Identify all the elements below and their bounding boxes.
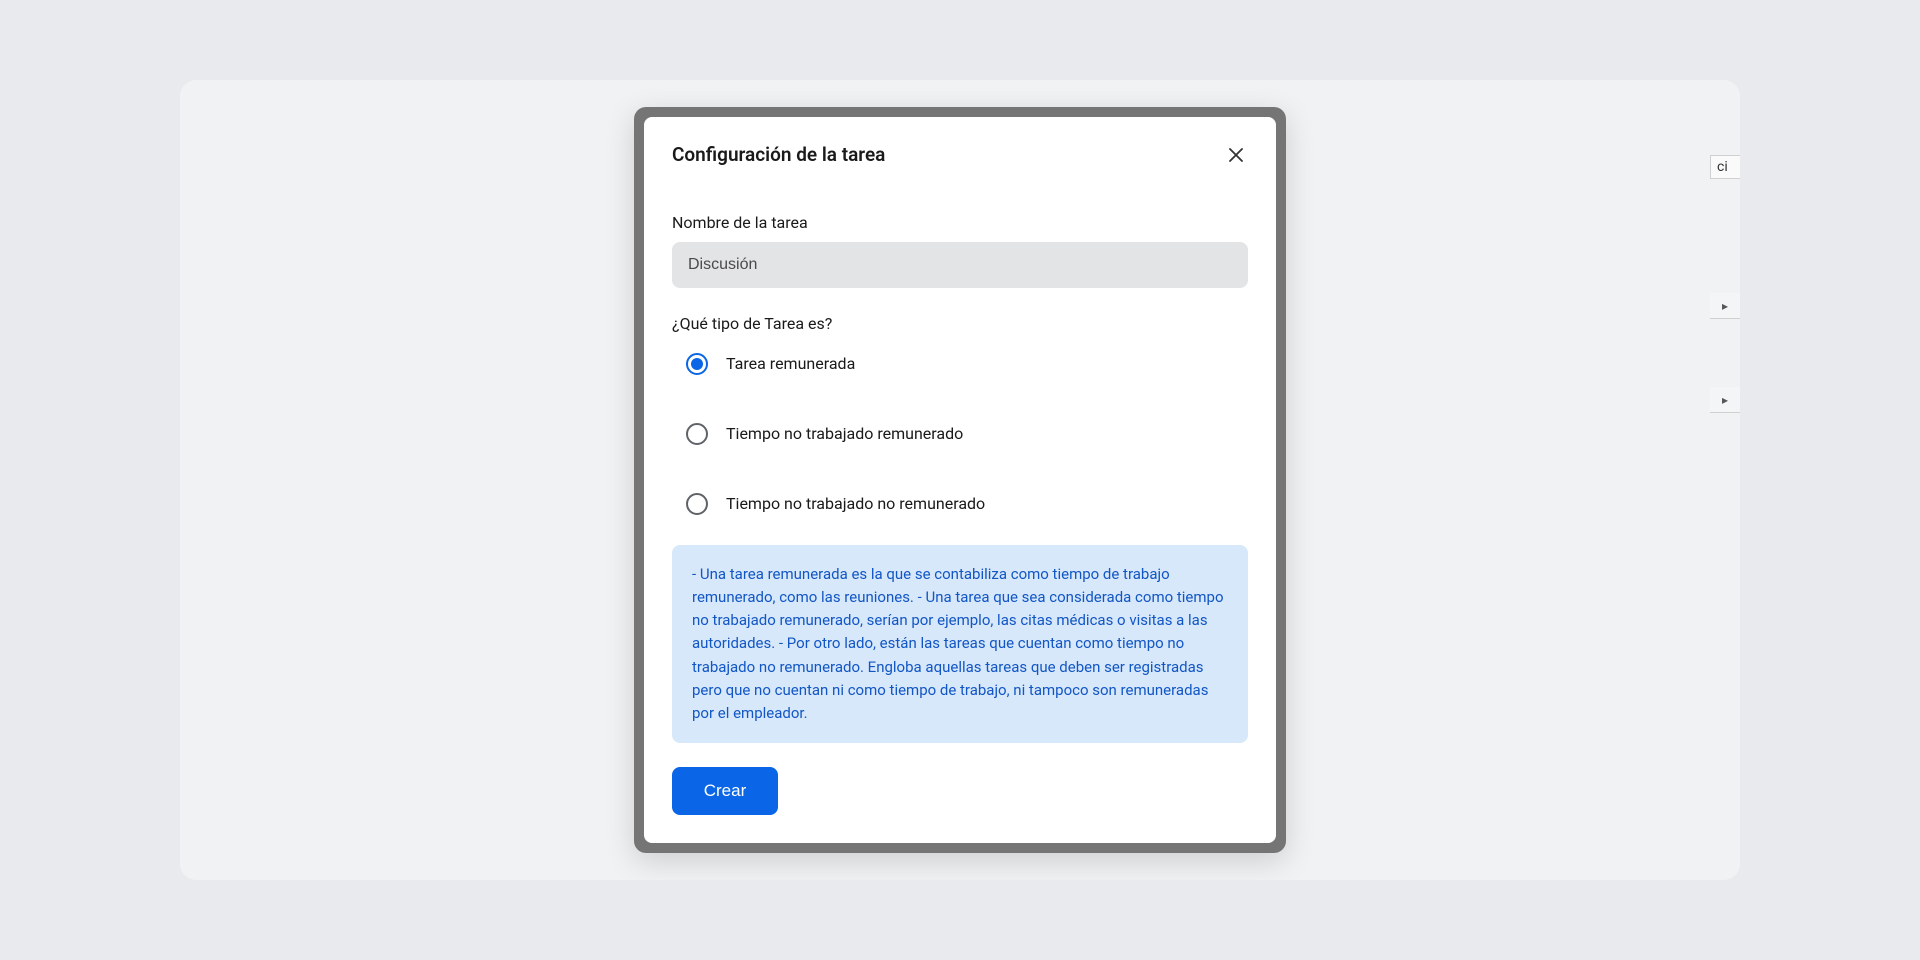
- radio-dot-icon: [691, 358, 703, 370]
- radio-option-unworked-unpaid[interactable]: Tiempo no trabajado no remunerado: [672, 483, 1248, 525]
- radio-icon: [686, 493, 708, 515]
- radio-icon: [686, 423, 708, 445]
- info-text: - Una tarea remunerada es la que se cont…: [692, 563, 1228, 726]
- modal-backdrop: Configuración de la tarea Nombre de la t…: [634, 107, 1286, 854]
- task-type-radio-group: Tarea remunerada Tiempo no trabajado rem…: [672, 343, 1248, 525]
- outer-frame: ci ▸ ▸ Configuración de la tarea Nombre …: [180, 80, 1740, 880]
- info-box: - Una tarea remunerada es la que se cont…: [672, 545, 1248, 744]
- background-arrow-icon: ▸: [1710, 293, 1740, 319]
- radio-label: Tiempo no trabajado no remunerado: [726, 494, 985, 513]
- radio-label: Tarea remunerada: [726, 354, 855, 373]
- task-config-modal: Configuración de la tarea Nombre de la t…: [644, 117, 1276, 844]
- task-name-label: Nombre de la tarea: [672, 213, 1248, 232]
- radio-option-unworked-paid[interactable]: Tiempo no trabajado remunerado: [672, 413, 1248, 455]
- radio-option-paid-task[interactable]: Tarea remunerada: [672, 343, 1248, 385]
- close-icon: [1229, 146, 1243, 167]
- background-arrow-icon: ▸: [1710, 387, 1740, 413]
- task-type-label: ¿Qué tipo de Tarea es?: [672, 314, 1248, 333]
- background-hint: ci: [1710, 155, 1740, 179]
- modal-title: Configuración de la tarea: [672, 143, 885, 166]
- create-button[interactable]: Crear: [672, 767, 778, 815]
- close-button[interactable]: [1224, 145, 1248, 169]
- radio-icon: [686, 353, 708, 375]
- radio-label: Tiempo no trabajado remunerado: [726, 424, 963, 443]
- task-name-input[interactable]: [672, 242, 1248, 288]
- modal-header: Configuración de la tarea: [672, 143, 1248, 169]
